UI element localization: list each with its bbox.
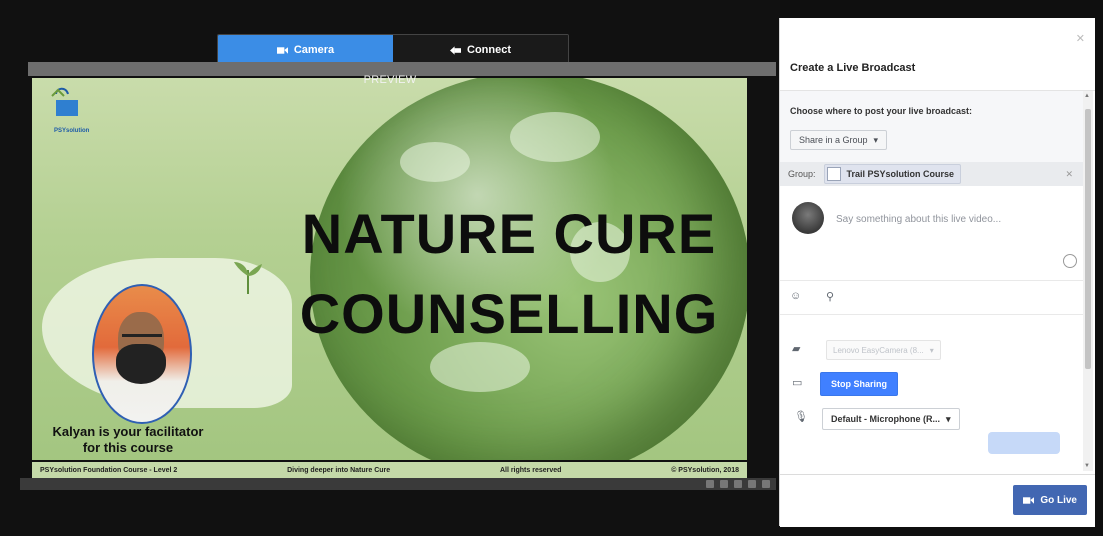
go-live-button[interactable]: Go Live [1013,485,1087,515]
preview-stage: Camera Connect PSYsolution NATURE CURE C… [0,0,780,536]
preview-label: PREVIEW [363,74,417,86]
go-live-label: Go Live [1040,494,1077,506]
group-icon [826,167,841,181]
group-row: Group: Trail PSYsolution Course ✕ [780,162,1083,186]
control-icon[interactable] [762,480,770,488]
facilitator-line1: Kalyan is your facilitator [52,424,204,439]
tab-connect[interactable]: Connect [393,35,568,65]
slide-footer: PSYsolution Foundation Course - Level 2 … [32,460,747,478]
control-icon[interactable] [706,480,714,488]
facilitator-caption: Kalyan is your facilitator for this cour… [38,424,218,456]
camera-icon: ▰ [792,343,801,355]
video-camera-icon [276,46,288,54]
choose-label: Choose where to post your live broadcast… [790,106,973,116]
location-pin-icon[interactable]: ⚲ [826,290,834,303]
camera-device-label: Lenovo EasyCamera (8... [833,345,924,355]
screen-share-icon: ▭ [792,377,803,389]
plant-icon [234,262,262,295]
control-icon[interactable] [720,480,728,488]
logo-text: PSYsolution [54,128,90,134]
avatar [792,202,824,234]
scrollbar[interactable]: ▲ ▼ [1083,91,1093,471]
share-option-label: Share in a Group [799,135,868,145]
video-camera-icon [1023,496,1035,504]
preview-slide: PSYsolution NATURE CURE COUNSELLING Kaly… [32,78,747,478]
tab-camera-label: Camera [293,44,335,56]
tab-connect-label: Connect [467,44,511,56]
panel-footer: Go Live [780,474,1095,527]
slide-title-line2: COUNSELLING [299,282,719,345]
description-input[interactable]: Say something about this live video... [836,214,1001,225]
scroll-down-icon[interactable]: ▼ [1084,463,1090,469]
remove-group-icon[interactable]: ✕ [1065,169,1073,180]
group-name: Trail PSYsolution Course [846,169,955,179]
footer-rights: All rights reserved [499,466,562,474]
scroll-thumb[interactable] [1085,109,1091,369]
preview-controls-bar [20,478,776,490]
chevron-down-icon: ▾ [873,134,879,145]
post-destination-section [780,91,1083,163]
camera-select[interactable]: Lenovo EasyCamera (8... ▾ [826,340,941,360]
tab-camera[interactable]: Camera [218,35,393,65]
footer-course: PSYsolution Foundation Course - Level 2 [40,466,178,474]
facilitator-photo [92,284,192,424]
microphone-icon: 🎙 [794,411,808,423]
psysolution-logo: PSYsolution [44,84,90,144]
slide-title-line1: NATURE CURE [301,202,717,265]
stop-sharing-button[interactable]: Stop Sharing [820,372,898,396]
control-icon[interactable] [734,480,742,488]
live-broadcast-panel: ✕ Create a Live Broadcast Choose where t… [779,18,1095,527]
divider [780,280,1083,281]
footer-copyright: © PSYsolution, 2018 [671,466,739,474]
footer-topic: Diving deeper into Nature Cure [287,466,391,474]
group-label: Group: [788,169,816,179]
group-chip[interactable]: Trail PSYsolution Course [823,164,962,184]
chevron-down-icon: ▾ [946,413,951,424]
connect-icon [450,45,461,55]
scroll-up-icon[interactable]: ▲ [1084,93,1090,99]
divider [780,314,1083,315]
facilitator-line2: for this course [82,440,174,455]
blurred-button[interactable] [988,432,1060,454]
slide-title: NATURE CURE COUNSELLING [294,194,724,354]
chevron-down-icon: ▾ [929,345,934,355]
microphone-device-label: Default - Microphone (R... [831,414,940,424]
microphone-select[interactable]: Default - Microphone (R... ▾ [822,408,960,430]
close-icon[interactable]: ✕ [1076,32,1085,45]
share-destination-dropdown[interactable]: Share in a Group ▾ [790,130,888,150]
emoji-icon[interactable] [1063,254,1077,268]
panel-title: Create a Live Broadcast [790,62,916,74]
feeling-icon[interactable]: ☺ [790,290,801,302]
control-icon[interactable] [748,480,756,488]
